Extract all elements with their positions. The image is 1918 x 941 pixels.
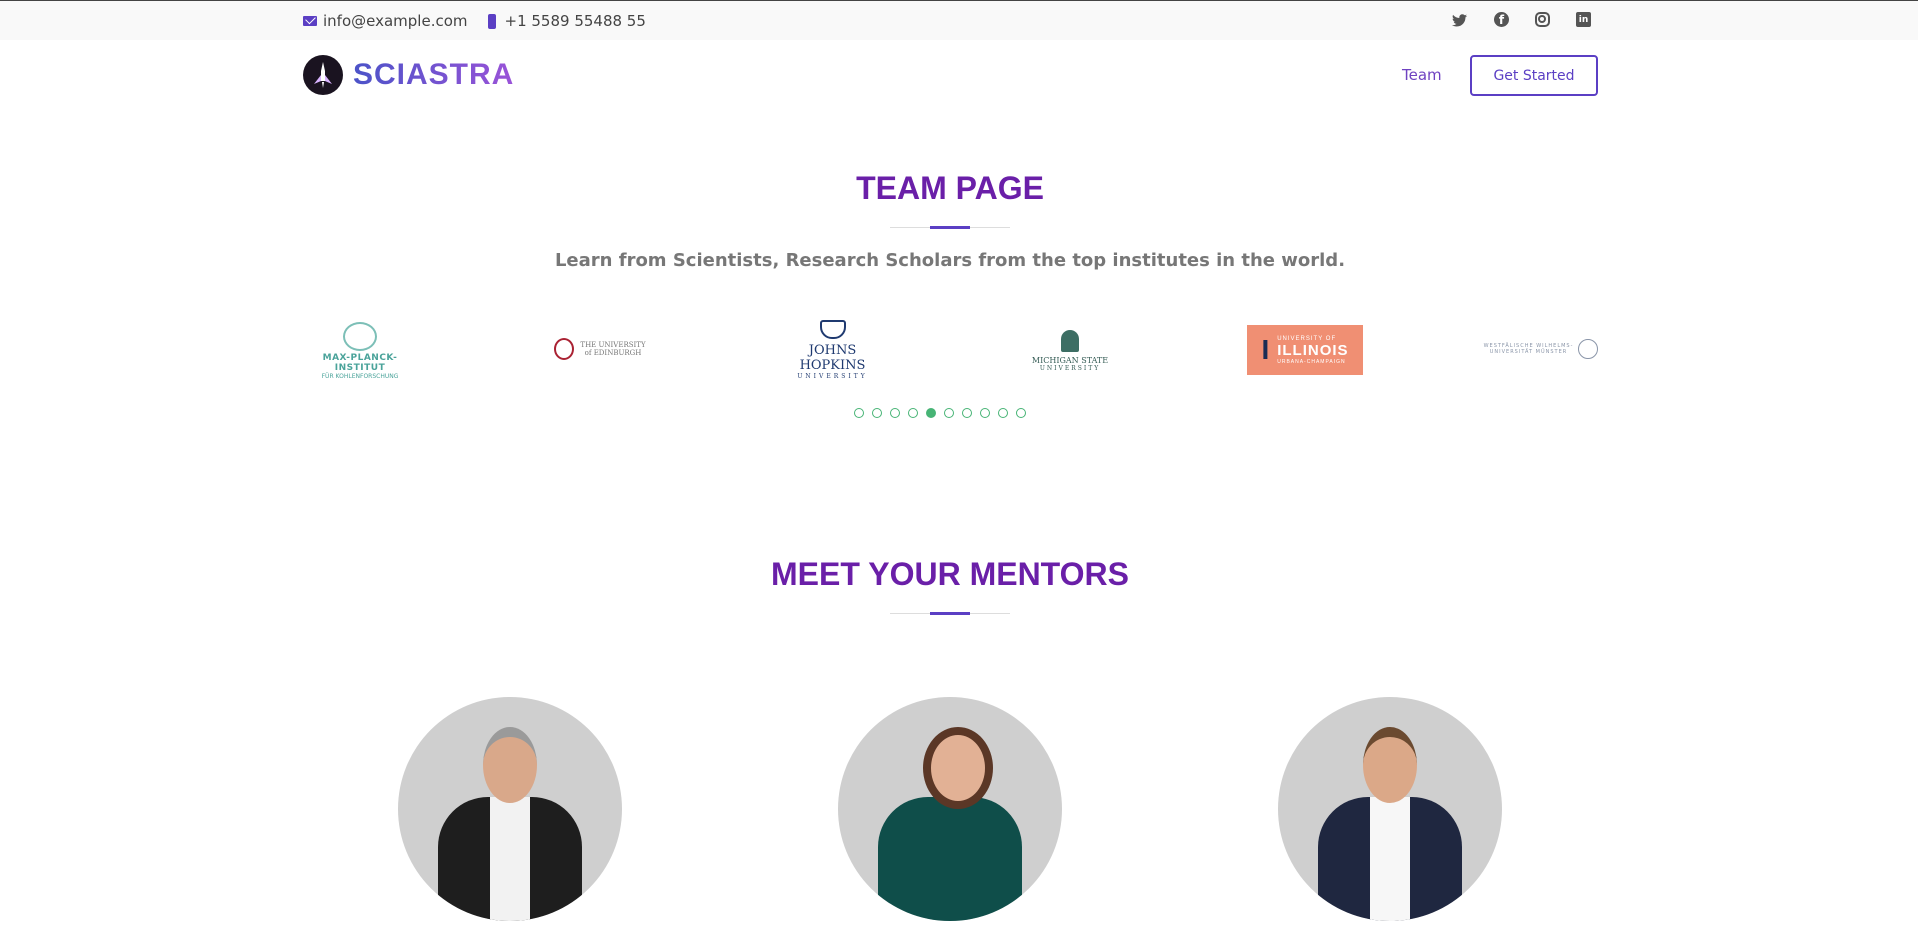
munster-seal-icon xyxy=(1577,339,1598,359)
mentor-photo-3 xyxy=(1278,697,1502,921)
carousel-dot[interactable] xyxy=(1016,408,1026,418)
linkedin-icon[interactable]: in xyxy=(1576,12,1591,27)
edinburgh-crest-icon xyxy=(554,338,575,360)
johns-hopkins-shield-icon xyxy=(819,320,846,339)
logo-johns-hopkins: JOHNS HOPKINS UNIVERSITY xyxy=(775,320,890,380)
msu-subname: UNIVERSITY xyxy=(1039,365,1101,372)
jhu-subname: UNIVERSITY xyxy=(797,373,868,380)
max-planck-name: MAX-PLANCK-INSTITUT xyxy=(322,353,398,373)
illinois-line3: URBANA-CHAMPAIGN xyxy=(1277,358,1346,365)
max-planck-subname: FÜR KOHLENFORSCHUNG xyxy=(321,373,399,380)
max-planck-emblem-icon xyxy=(343,322,377,351)
instagram-icon[interactable] xyxy=(1535,12,1550,27)
brand-logo[interactable]: SCIASTRA xyxy=(303,55,514,95)
phone-text[interactable]: +1 5589 55488 55 xyxy=(505,12,646,30)
twitter-icon[interactable] xyxy=(1451,12,1468,29)
social-links: f in xyxy=(1451,12,1591,29)
carousel-dot[interactable] xyxy=(944,408,954,418)
msu-name: MICHIGAN STATE xyxy=(1031,356,1109,365)
nav-link-team[interactable]: Team xyxy=(1402,66,1442,84)
carousel-dot[interactable] xyxy=(980,408,990,418)
spartan-helmet-icon xyxy=(1061,330,1079,352)
facebook-icon[interactable]: f xyxy=(1494,12,1509,27)
email-text[interactable]: info@example.com xyxy=(323,12,468,30)
illinois-line2: ILLINOIS xyxy=(1277,341,1349,359)
carousel-dot[interactable] xyxy=(962,408,972,418)
mentors-title: MEET YOUR MENTORS xyxy=(771,556,1129,592)
top-bar: info@example.com +1 5589 55488 55 f in xyxy=(0,0,1918,40)
mentor-photo-1 xyxy=(398,697,622,921)
team-page-title: TEAM PAGE xyxy=(856,170,1044,206)
carousel-dot[interactable] xyxy=(926,408,936,418)
jhu-name: JOHNS HOPKINS xyxy=(799,343,866,373)
team-page-subtitle: Learn from Scientists, Research Scholars… xyxy=(554,250,1346,271)
carousel-dot[interactable] xyxy=(908,408,918,418)
edinburgh-line2: of EDINBURGH xyxy=(584,349,642,357)
phone-icon xyxy=(487,13,496,29)
munster-name: WESTFÄLISCHE WILHELMS-UNIVERSITÄT MÜNSTE… xyxy=(1483,342,1574,356)
carousel-dot[interactable] xyxy=(998,408,1008,418)
logo-edinburgh: THE UNIVERSITY of EDINBURGH xyxy=(550,338,650,360)
get-started-button[interactable]: Get Started xyxy=(1470,55,1598,96)
contact-info: info@example.com +1 5589 55488 55 xyxy=(303,12,664,30)
brand-name: SCIASTRA xyxy=(353,58,515,91)
rocket-icon xyxy=(303,55,343,95)
carousel-dot[interactable] xyxy=(854,408,864,418)
envelope-icon xyxy=(303,16,317,26)
carousel-dot[interactable] xyxy=(872,408,882,418)
logo-max-planck: MAX-PLANCK-INSTITUT FÜR KOHLENFORSCHUNG xyxy=(305,322,415,380)
logo-munster: WESTFÄLISCHE WILHELMS-UNIVERSITÄT MÜNSTE… xyxy=(1483,336,1598,362)
title-divider xyxy=(890,226,1010,229)
email-contact[interactable]: info@example.com xyxy=(303,12,468,30)
logo-michigan-state: MICHIGAN STATE UNIVERSITY xyxy=(1025,322,1115,380)
carousel-pagination xyxy=(854,408,1026,418)
mentors-title-divider xyxy=(890,612,1010,615)
phone-contact[interactable]: +1 5589 55488 55 xyxy=(486,12,646,30)
illinois-block-i-icon: I xyxy=(1261,334,1270,366)
logo-illinois: I UNIVERSITY OF ILLINOIS URBANA-CHAMPAIG… xyxy=(1247,325,1363,375)
edinburgh-line1: THE UNIVERSITY xyxy=(580,341,646,349)
carousel-dot[interactable] xyxy=(890,408,900,418)
mentor-photo-2 xyxy=(838,697,1062,921)
